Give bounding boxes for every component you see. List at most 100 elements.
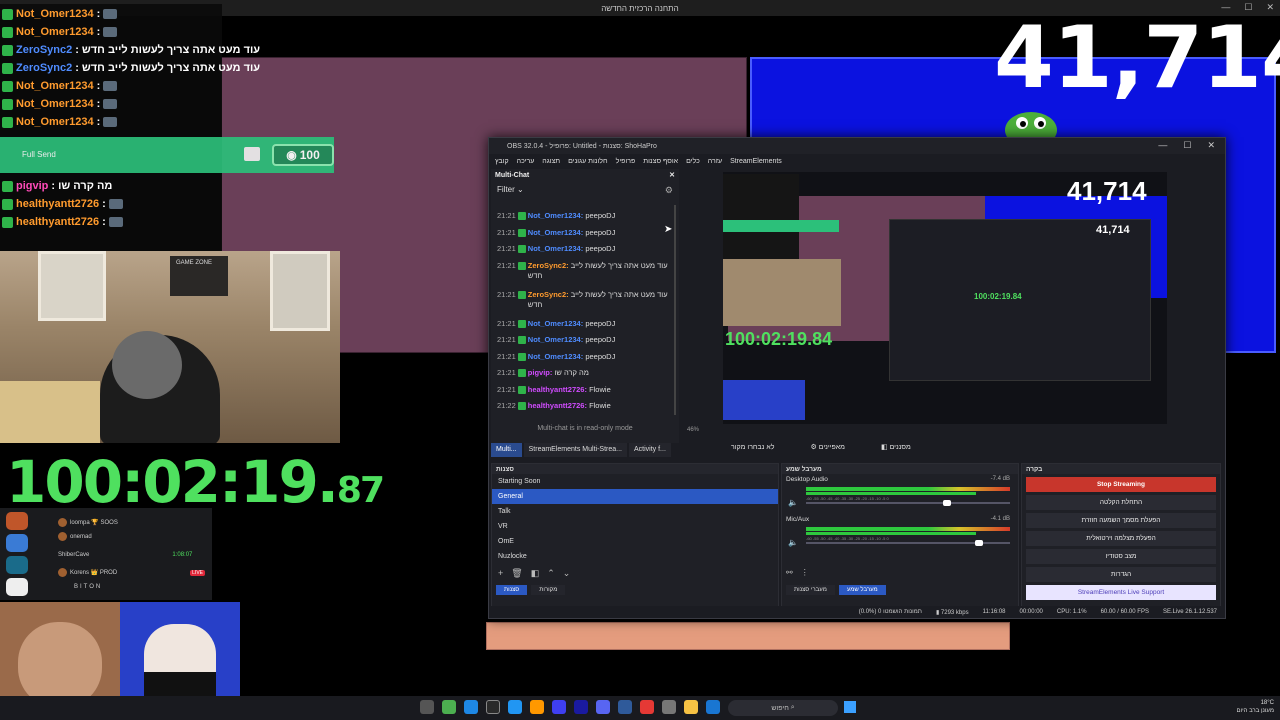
app-icon[interactable]: [552, 700, 566, 714]
speaker-icon[interactable]: 🔈: [788, 538, 798, 547]
close-icon[interactable]: ✕: [1207, 140, 1215, 151]
message-user[interactable]: Not_Omer1234:: [528, 335, 583, 344]
taskbar-search[interactable]: חיפוש ⌕: [728, 700, 838, 716]
fader-knob[interactable]: [943, 500, 952, 506]
menu-item[interactable]: StreamElements: [730, 158, 782, 165]
donation-alert: Full Send ◉ 100: [0, 137, 334, 173]
studio-mode-button[interactable]: מצב סטודיו: [1026, 549, 1216, 564]
minimize-icon[interactable]: —: [1158, 140, 1167, 151]
tab-sources[interactable]: מקורות: [531, 585, 566, 595]
menu-item[interactable]: עריכה: [517, 158, 535, 165]
message-user[interactable]: ZeroSync2:: [528, 261, 569, 270]
close-icon[interactable]: ✕: [669, 171, 675, 179]
message-user[interactable]: ZeroSync2:: [528, 290, 569, 299]
bitrate: ▮ 7293 kbps: [936, 609, 969, 616]
chat-message: 21:21 Not_Omer1234: peepoDJ: [497, 319, 673, 336]
zoom-level[interactable]: 46%: [687, 427, 699, 433]
stop-streaming-button[interactable]: Stop Streaming: [1026, 477, 1216, 492]
scene-item[interactable]: Nuzlocke: [492, 549, 778, 564]
speaker-icon[interactable]: 🔈: [788, 498, 798, 507]
app-icon[interactable]: [662, 700, 676, 714]
volume-fader[interactable]: [806, 502, 1010, 504]
voice-user-name: Korens 👑 PROD: [70, 570, 118, 576]
server-icon[interactable]: [6, 578, 28, 596]
fader-knob[interactable]: [974, 540, 983, 546]
tab-streamelements[interactable]: StreamElements Multi-Strea...: [523, 443, 627, 457]
windows-start-icon[interactable]: [844, 701, 856, 713]
menu-item[interactable]: עזרה: [708, 158, 722, 165]
message-user[interactable]: Not_Omer1234:: [528, 244, 583, 253]
app-icon[interactable]: [442, 700, 456, 714]
menu-item[interactable]: תצוגה: [542, 158, 560, 165]
app-icon[interactable]: [530, 700, 544, 714]
server-icon[interactable]: [6, 556, 28, 574]
folder-icon[interactable]: [684, 700, 698, 714]
menu-item[interactable]: קובץ: [495, 158, 509, 165]
tab-activity-feed[interactable]: Activity f...: [629, 443, 671, 457]
voice-channel[interactable]: ShiberCave 1:08:07: [58, 552, 192, 558]
settings-button[interactable]: הגדרות: [1026, 567, 1216, 582]
message-user[interactable]: pigvip:: [528, 368, 553, 377]
chat-separator: :: [96, 8, 101, 20]
trash-icon[interactable]: 🗑: [511, 568, 522, 579]
message-user[interactable]: Not_Omer1234:: [528, 352, 583, 361]
volume-meter: [806, 527, 1010, 531]
chat-username: pigvip: [16, 180, 49, 192]
live-support-button[interactable]: StreamElements Live Support: [1026, 585, 1216, 600]
message-body: pigvip: מה קרה שו: [528, 368, 589, 378]
chevron-up-icon[interactable]: ⌃: [547, 568, 555, 579]
tab-scenes[interactable]: סצנות: [496, 585, 528, 595]
tab-multi-chat[interactable]: Multi...: [491, 443, 522, 457]
alert-text: Full Send: [22, 150, 56, 159]
message-user[interactable]: Not_Omer1234:: [528, 319, 583, 328]
tab-mixer[interactable]: מערבל שמע: [838, 585, 886, 595]
app-icon[interactable]: [706, 700, 720, 714]
maximize-icon[interactable]: ☐: [1183, 140, 1191, 151]
app-icon[interactable]: [574, 700, 588, 714]
chevron-down-icon[interactable]: ⌄: [563, 568, 571, 579]
filter-dropdown[interactable]: Filter ⌄: [497, 185, 524, 194]
more-icon[interactable]: ⋮: [801, 568, 809, 577]
gear-icon[interactable]: ⚙: [665, 185, 673, 196]
properties-button[interactable]: ⚙ מאפיינים: [811, 443, 846, 451]
menu-item[interactable]: חלונות עגונים: [568, 158, 607, 165]
message-body: Not_Omer1234: peepoDJ: [528, 244, 616, 254]
add-icon[interactable]: +: [498, 568, 503, 579]
scene-item[interactable]: OmE: [492, 534, 778, 549]
scene-item[interactable]: General: [492, 489, 778, 504]
app-icon[interactable]: [508, 700, 522, 714]
app-icon[interactable]: [464, 700, 478, 714]
menu-item[interactable]: פרופיל: [616, 158, 636, 165]
screen: התחנה הרכזית החדשה — ☐ ✕ 41,714 Not_Omer…: [0, 0, 1280, 720]
message-user[interactable]: healthyantt2726:: [528, 401, 587, 410]
start-recording-button[interactable]: התחלת הקלטה: [1026, 495, 1216, 510]
message-user[interactable]: Not_Omer1234:: [528, 228, 583, 237]
scene-item[interactable]: VR: [492, 519, 778, 534]
tab-transitions[interactable]: מעברי סצנות: [786, 585, 835, 595]
message-user[interactable]: Not_Omer1234:: [528, 211, 583, 220]
filters-button[interactable]: ◧ מסננים: [881, 443, 911, 451]
app-icon[interactable]: [420, 700, 434, 714]
virtual-camera-button[interactable]: הפעלת מצלמה וירטואלית: [1026, 531, 1216, 546]
properties-label: מאפיינים: [818, 444, 845, 451]
server-icon[interactable]: [6, 512, 28, 530]
scrollbar[interactable]: [674, 205, 676, 415]
replay-buffer-button[interactable]: הפעלת מסמך השמעה חוזרת: [1026, 513, 1216, 528]
filter-label: Filter: [497, 185, 515, 194]
link-icon[interactable]: ⚯: [786, 568, 793, 577]
weather-tray[interactable]: 18°C מעונן ברב היום: [1236, 699, 1274, 715]
menu-item[interactable]: אוסף סצנות: [643, 158, 678, 165]
obs-preview[interactable]: 41,714 100:02:19.84 41,714 100:02:19.84: [723, 172, 1167, 424]
server-icon[interactable]: [6, 534, 28, 552]
scene-item[interactable]: Talk: [492, 504, 778, 519]
brave-icon[interactable]: [640, 700, 654, 714]
obs-app-icon[interactable]: [486, 700, 500, 714]
discord-icon[interactable]: [596, 700, 610, 714]
message-user[interactable]: healthyantt2726:: [528, 385, 587, 394]
obs-status-bar: (0.0%) 0 תמונות הושמטו ▮ 7293 kbps 11:16…: [489, 606, 1225, 618]
scene-item[interactable]: Starting Soon: [492, 474, 778, 489]
menu-item[interactable]: כלים: [686, 158, 700, 165]
filter-icon[interactable]: ◧: [531, 568, 540, 579]
message-text: peepoDJ: [585, 227, 616, 237]
steam-icon[interactable]: [618, 700, 632, 714]
